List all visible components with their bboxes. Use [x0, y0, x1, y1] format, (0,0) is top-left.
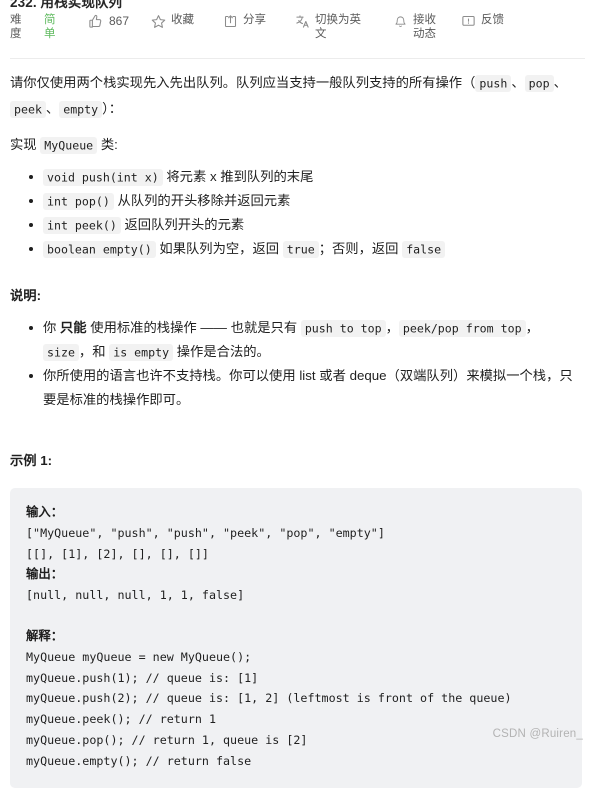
intro-text-b: ）： — [102, 101, 122, 116]
problem-description: 请你仅使用两个栈实现先入先出队列。队列应当支持一般队列支持的所有操作（push、… — [10, 70, 585, 788]
feedback-button[interactable]: 反馈 — [461, 13, 509, 29]
method-desc: 从队列的开头移除并返回元素 — [118, 193, 291, 208]
difficulty-value: 简单 — [44, 13, 58, 41]
method-desc: 将元素 x 推到队列的末尾 — [166, 169, 313, 184]
intro-text-a: 请你仅使用两个栈实现先入先出队列。队列应当支持一般队列支持的所有操作（ — [10, 75, 475, 90]
explain-line: myQueue.push(1); // queue is: [1] — [26, 668, 566, 689]
intro-paragraph: 请你仅使用两个栈实现先入先出队列。队列应当支持一般队列支持的所有操作（push、… — [10, 70, 585, 122]
list-item: 你 只能 使用标准的栈操作 —— 也就是只有 push to top，peek/… — [43, 316, 585, 364]
notes-heading: 说明: — [10, 283, 585, 309]
translate-button[interactable]: 切换为英文 — [295, 13, 363, 41]
difficulty-label: 难度 — [10, 13, 24, 41]
explain-line: myQueue.empty(); // return false — [26, 751, 566, 772]
share-icon — [223, 14, 238, 29]
thumbs-up-icon — [88, 14, 103, 29]
toolbar-divider — [10, 58, 585, 59]
code-true: true — [283, 241, 319, 258]
example-heading: 示例 1: — [10, 448, 585, 474]
notes-list: 你 只能 使用标准的栈操作 —— 也就是只有 push to top，peek/… — [10, 316, 585, 412]
list-item: 你所使用的语言也许不支持栈。你可以使用 list 或者 deque（双端队列）来… — [43, 364, 585, 412]
code-false: false — [402, 241, 445, 258]
list-item: int peek() 返回队列开头的元素 — [43, 213, 585, 237]
code-spacer — [26, 606, 566, 626]
code-empty: empty — [59, 101, 102, 118]
intro-sep-1: 、 — [511, 75, 524, 90]
code-push-to-top: push to top — [301, 320, 386, 337]
difficulty-indicator: 难度 — [10, 13, 24, 41]
intro-sep-3: 、 — [46, 101, 59, 116]
difficulty-value-label: 简单 — [44, 13, 58, 41]
favorite-button[interactable]: 收藏 — [151, 13, 199, 29]
like-button[interactable]: 867 — [88, 13, 129, 30]
input-line: [[], [1], [2], [], [], []] — [26, 544, 566, 565]
note-sep-1: ， — [386, 320, 399, 335]
output-line: [null, null, null, 1, 1, false] — [26, 585, 566, 606]
example-code-block: 输入： ["MyQueue", "push", "push", "peek", … — [10, 488, 582, 788]
star-icon — [151, 14, 166, 29]
share-label: 分享 — [243, 13, 271, 27]
csdn-watermark: CSDN @Ruiren_ — [493, 728, 583, 740]
note-sep-2: ， — [526, 320, 539, 335]
method-desc-a: 如果队列为空，返回 — [159, 241, 282, 256]
translate-icon — [295, 14, 310, 29]
note-text-a: 你 — [43, 320, 60, 335]
note-text-tail: 操作是合法的。 — [173, 344, 270, 359]
implement-prefix: 实现 — [10, 137, 40, 152]
code-pop: pop — [525, 75, 554, 92]
method-desc: 返回队列开头的元素 — [125, 217, 245, 232]
explain-line: myQueue.peek(); // return 1 — [26, 709, 566, 730]
note-sep-3: ，和 — [79, 344, 109, 359]
note-emphasis: 只能 — [60, 320, 87, 335]
code-peek-pop-from-top: peek/pop from top — [399, 320, 526, 337]
feedback-label: 反馈 — [481, 13, 509, 27]
code-push: push — [475, 75, 511, 92]
intro-sep-2: 、 — [554, 75, 567, 90]
explain-line: MyQueue myQueue = new MyQueue(); — [26, 647, 566, 668]
note-text: 你所使用的语言也许不支持栈。你可以使用 list 或者 deque（双端队列）来… — [43, 368, 573, 407]
code-is-empty: is empty — [109, 344, 173, 361]
method-signature: boolean empty() — [43, 241, 156, 258]
implement-paragraph: 实现 MyQueue 类: — [10, 132, 585, 158]
problem-toolbar: 难度 简单 867 收藏 分享 — [0, 13, 595, 58]
method-desc-b: ；否则，返回 — [319, 241, 402, 256]
share-button[interactable]: 分享 — [223, 13, 271, 29]
input-line: ["MyQueue", "push", "push", "peek", "pop… — [26, 523, 566, 544]
method-signature: void push(int x) — [43, 169, 163, 186]
explain-label: 解释： — [26, 626, 566, 647]
implement-suffix: 类: — [97, 137, 118, 152]
feedback-icon — [461, 14, 476, 29]
code-size: size — [43, 344, 79, 361]
translate-label: 切换为英文 — [315, 13, 363, 41]
note-text-b: 使用标准的栈操作 —— 也就是只有 — [87, 320, 301, 335]
code-peek: peek — [10, 101, 46, 118]
list-item: void push(int x) 将元素 x 推到队列的末尾 — [43, 165, 585, 189]
method-signature: int peek() — [43, 217, 121, 234]
like-count: 867 — [109, 13, 129, 30]
favorite-label: 收藏 — [171, 13, 199, 27]
code-myqueue: MyQueue — [40, 137, 97, 154]
page-title: 232. 用栈实现队列 — [10, 0, 122, 11]
method-list: void push(int x) 将元素 x 推到队列的末尾 int pop()… — [10, 165, 585, 261]
input-label: 输入： — [26, 502, 566, 523]
subscribe-label: 接收动态 — [413, 13, 441, 41]
list-item: int pop() 从队列的开头移除并返回元素 — [43, 189, 585, 213]
subscribe-button[interactable]: 接收动态 — [393, 13, 441, 41]
method-signature: int pop() — [43, 193, 114, 210]
list-item: boolean empty() 如果队列为空，返回 true；否则，返回 fal… — [43, 237, 585, 261]
explain-line: myQueue.push(2); // queue is: [1, 2] (le… — [26, 688, 566, 709]
bell-icon — [393, 14, 408, 29]
output-label: 输出： — [26, 564, 566, 585]
